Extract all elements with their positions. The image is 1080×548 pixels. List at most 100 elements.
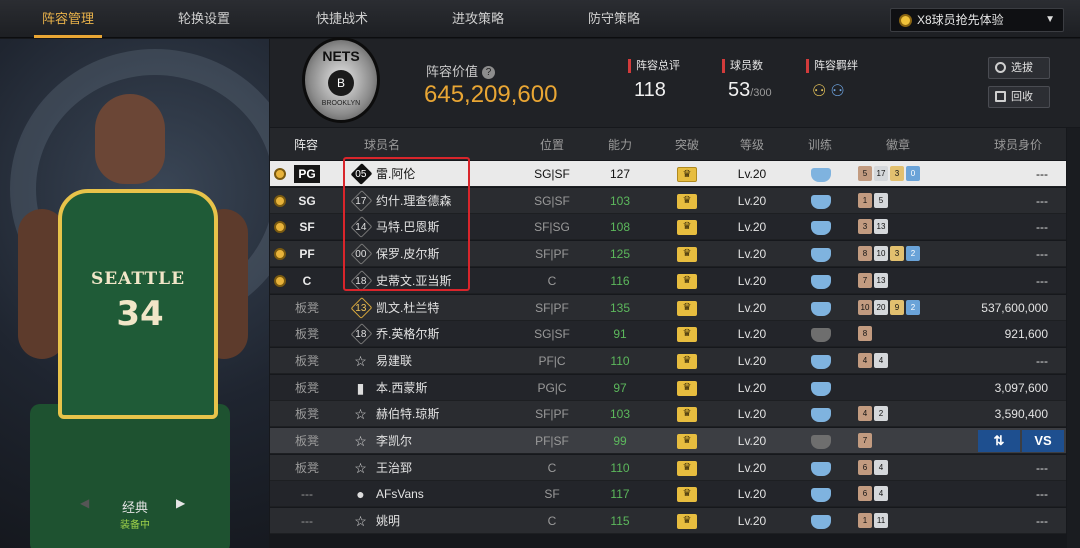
- team-logo-subtext: BROOKLYN: [321, 100, 361, 107]
- col-badges[interactable]: 徽章: [870, 132, 926, 158]
- tab-lineup[interactable]: 阵容管理: [30, 0, 106, 38]
- lineup-slot[interactable]: PG: [290, 161, 324, 187]
- recycle-button[interactable]: 回收: [988, 86, 1050, 108]
- training-icon[interactable]: [811, 274, 831, 289]
- lineup-slot[interactable]: ---: [290, 481, 324, 507]
- crown-icon[interactable]: ♛: [677, 434, 697, 449]
- crown-icon[interactable]: ♛: [677, 460, 697, 476]
- table-row[interactable]: 板凳 ☆ 赫伯特.琼斯 SF|PF 103 ♛ Lv.20 4 2 3,590,400: [270, 401, 1066, 428]
- col-breakthrough[interactable]: 突破: [660, 132, 714, 158]
- vs-button[interactable]: VS: [1022, 430, 1064, 452]
- lineup-bond-label: 阵容羁绊: [806, 59, 858, 73]
- lineup-slot[interactable]: 板凳: [290, 375, 324, 401]
- col-value[interactable]: 球员身价: [970, 132, 1066, 158]
- crown-icon[interactable]: ♛: [677, 220, 697, 236]
- training-icon[interactable]: [811, 381, 831, 396]
- player-name[interactable]: 乔.英格尔斯: [376, 321, 439, 347]
- prev-arrow-icon[interactable]: ◀: [80, 496, 89, 510]
- lineup-slot[interactable]: SG: [290, 188, 324, 214]
- promo-dropdown[interactable]: X8球员抢先体验 ▼: [890, 8, 1064, 32]
- table-row[interactable]: --- ☆ 姚明 C 115 ♛ Lv.20 1 11 ---: [270, 508, 1066, 535]
- training-icon[interactable]: [811, 194, 831, 209]
- training-icon[interactable]: [811, 168, 831, 182]
- player-name[interactable]: 凯文.杜兰特: [376, 295, 439, 321]
- player-value: 3,097,600: [994, 380, 1048, 395]
- player-position: SF|PF: [535, 407, 569, 422]
- lineup-slot[interactable]: 板凳: [290, 428, 324, 454]
- lineup-slot[interactable]: 板凳: [290, 348, 324, 374]
- lineup-slot[interactable]: 板凳: [290, 295, 324, 321]
- select-button[interactable]: 选拔: [988, 57, 1050, 79]
- player-name[interactable]: 赫伯特.琼斯: [376, 401, 439, 427]
- player-name[interactable]: 李凯尔: [376, 428, 412, 454]
- training-icon[interactable]: [811, 354, 831, 369]
- training-icon[interactable]: [811, 408, 831, 423]
- bond-icons[interactable]: ⚇ ⚇: [812, 81, 858, 101]
- crown-icon[interactable]: ♛: [677, 300, 697, 316]
- player-name[interactable]: 易建联: [376, 348, 412, 374]
- crown-icon[interactable]: ♛: [677, 273, 697, 289]
- team-logo: NETS B BROOKLYN: [302, 37, 380, 123]
- crown-icon[interactable]: ♛: [677, 167, 697, 182]
- training-icon[interactable]: [811, 328, 831, 343]
- lineup-slot-label: SG: [298, 193, 316, 208]
- badge-count: 8: [858, 246, 872, 262]
- training-icon[interactable]: [811, 435, 831, 449]
- jersey-number: 34: [116, 294, 164, 334]
- crown-icon[interactable]: ♛: [677, 514, 697, 530]
- player-level: Lv.20: [737, 193, 767, 208]
- col-position[interactable]: 位置: [520, 132, 584, 158]
- crown-icon[interactable]: ♛: [677, 407, 697, 423]
- crown-icon[interactable]: ♛: [677, 353, 697, 369]
- player-name[interactable]: 王治郅: [376, 455, 412, 481]
- player-name[interactable]: AFsVans: [376, 481, 424, 507]
- crown-icon[interactable]: ♛: [677, 247, 697, 263]
- badge-count: 2: [906, 299, 920, 315]
- table-row[interactable]: 板凳 ☆ 易建联 PF|C 110 ♛ Lv.20 4 4 ---: [270, 347, 1066, 374]
- player-position: SF|PF: [535, 247, 569, 262]
- star-icon: ☆: [354, 513, 367, 530]
- training-icon[interactable]: [811, 488, 831, 503]
- table-row[interactable]: 板凳 18 乔.英格尔斯 SG|SF 91 ♛ Lv.20 8 921,600: [270, 321, 1066, 348]
- lineup-bond-stat: 阵容羁绊 ⚇ ⚇: [806, 59, 858, 101]
- next-arrow-icon[interactable]: ▶: [176, 496, 185, 510]
- training-icon[interactable]: [811, 221, 831, 236]
- col-ability[interactable]: 能力: [592, 132, 648, 158]
- table-row[interactable]: --- ● AFsVans SF 117 ♛ Lv.20 6 4 ---: [270, 481, 1066, 508]
- scrollbar[interactable]: [1067, 128, 1080, 548]
- table-row[interactable]: 板凳 ▮ 本.西蒙斯 PG|C 97 ♛ Lv.20 3,097,600: [270, 374, 1066, 401]
- lineup-slot[interactable]: 板凳: [290, 401, 324, 427]
- col-training[interactable]: 训练: [794, 132, 846, 158]
- badge-count: 7: [858, 272, 872, 288]
- lineup-slot[interactable]: SF: [290, 214, 324, 240]
- crown-icon[interactable]: ♛: [677, 327, 697, 343]
- crown-icon[interactable]: ♛: [677, 487, 697, 503]
- table-row[interactable]: 板凳 13 凯文.杜兰特 SF|PF 135 ♛ Lv.20 10 20 9 2 537,600,00…: [270, 294, 1066, 321]
- training-icon[interactable]: [811, 301, 831, 316]
- lineup-slot[interactable]: 板凳: [290, 455, 324, 481]
- player-name[interactable]: 姚明: [376, 508, 400, 534]
- tab-quick-tactics[interactable]: 快捷战术: [306, 0, 378, 38]
- player-ability: 91: [613, 327, 627, 342]
- lineup-slot[interactable]: ---: [290, 508, 324, 534]
- training-icon[interactable]: [811, 461, 831, 476]
- table-row[interactable]: 板凳 ☆ 王治郅 C 110 ♛ Lv.20 6 4 ---: [270, 454, 1066, 481]
- tab-rotation[interactable]: 轮换设置: [168, 0, 240, 38]
- lineup-slot[interactable]: 板凳: [290, 321, 324, 347]
- col-lineup[interactable]: 阵容: [270, 132, 342, 158]
- lineup-slot[interactable]: PF: [290, 241, 324, 267]
- help-icon[interactable]: ?: [482, 66, 496, 80]
- table-row[interactable]: 板凳 ☆ 李凯尔 PF|SF 99 ♛ Lv.20 7 ⇅ VS: [270, 428, 1066, 454]
- swap-arrows-icon[interactable]: ⇅: [978, 430, 1020, 452]
- tab-defense[interactable]: 防守策略: [578, 0, 650, 38]
- training-icon[interactable]: [811, 248, 831, 263]
- col-name[interactable]: 球员名: [352, 132, 412, 158]
- lineup-slot[interactable]: C: [290, 268, 324, 294]
- badge-count: 2: [906, 246, 920, 262]
- tab-offense[interactable]: 进攻策略: [442, 0, 514, 38]
- player-name[interactable]: 本.西蒙斯: [376, 375, 427, 401]
- crown-icon[interactable]: ♛: [677, 193, 697, 209]
- training-icon[interactable]: [811, 515, 831, 530]
- crown-icon[interactable]: ♛: [677, 380, 697, 396]
- col-level[interactable]: 等级: [726, 132, 778, 158]
